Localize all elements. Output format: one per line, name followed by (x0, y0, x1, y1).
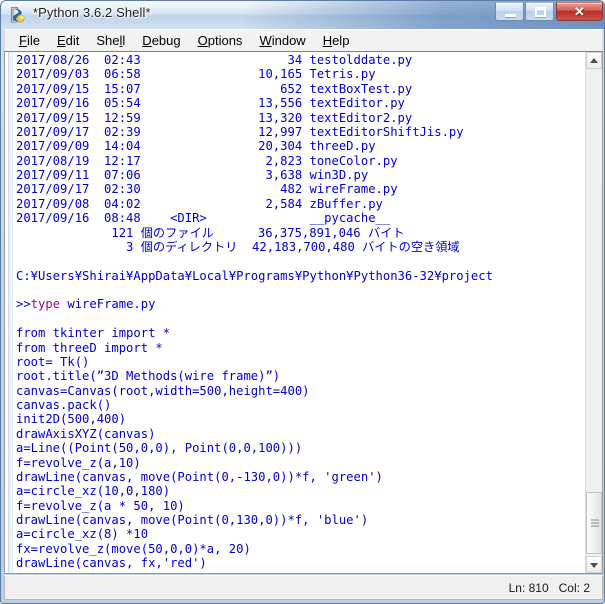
scroll-up-arrow-icon (590, 57, 598, 63)
shell-line: 2017/09/11 07:06 3,638 win3D.py (16, 168, 369, 182)
shell-line: 2017/09/16 08:48 <DIR> __pycache__ (16, 211, 391, 226)
status-bar: Ln: 810 Col: 2 (4, 575, 603, 600)
shell-line: root.title(”3D Methods(wire frame)”) (16, 369, 281, 384)
shell-line: f=revolve_z(a,10) (16, 455, 141, 470)
left-gutter (5, 52, 15, 573)
shell-line: from tkinter import * (16, 326, 171, 341)
shell-line: drawLine(canvas, move(Point(0,130,0))*f,… (16, 513, 369, 527)
shell-line: drawAxisXYZ(canvas) (16, 426, 156, 441)
menu-shell[interactable]: Shell (88, 31, 134, 50)
line-indicator: Ln: 810 (508, 580, 549, 595)
shell-line: 2017/09/09 14:04 20,304 threeD.py (16, 139, 376, 154)
shell-line: drawLine(canvas, fx,'red') (16, 556, 207, 571)
shell-line: 121 個のファイル 36,375,891,046 バイト (16, 225, 405, 240)
close-icon: ✕ (574, 4, 585, 19)
shell-line: 2017/08/19 12:17 2,823 toneColor.py (16, 153, 398, 168)
window-controls: ✕ (494, 2, 603, 21)
maximize-button[interactable] (525, 2, 554, 21)
shell-line: canvas.pack() (16, 398, 112, 412)
menu-bar: File Edit Shell Debug Options Window Help (4, 29, 603, 51)
scroll-thumb[interactable] (586, 492, 602, 554)
menu-file[interactable]: File (11, 31, 49, 50)
idle-shell-window: *Python 3.6.2 Shell* ✕ File Edit Shell Debu… (0, 0, 605, 604)
menu-window[interactable]: Window (251, 31, 314, 50)
shell-line: canvas=Canvas(root,width=500,height=400) (16, 383, 310, 398)
shell-text-frame[interactable]: 2017/08/26 02:43 34 testolddate.py 2017/0… (4, 51, 603, 574)
scroll-up-button[interactable] (586, 52, 602, 69)
shell-line: 2017/09/16 05:54 13,556 textEditor.py (16, 96, 405, 111)
shell-line: f=revolve_z(a * 50, 10) (16, 498, 185, 513)
shell-line: 2017/08/26 02:43 34 testolddate.py (16, 53, 413, 67)
shell-line: init2D(500,400) (16, 412, 127, 427)
shell-line: 2017/09/03 06:58 10,165 Tetris.py (16, 67, 376, 82)
shell-line: a=circle_xz(10,0,180) (16, 484, 171, 499)
scroll-down-button[interactable] (586, 556, 602, 573)
shell-line: C:¥Users¥Shirai¥AppData¥Local¥Programs¥P… (16, 268, 493, 283)
scroll-thumb-grip-icon (591, 519, 599, 527)
window-title: *Python 3.6.2 Shell* (33, 5, 151, 20)
column-indicator: Col: 2 (558, 580, 590, 595)
close-button[interactable]: ✕ (556, 2, 603, 21)
minimize-button[interactable] (495, 2, 524, 21)
shell-blank-line (16, 283, 576, 297)
menu-options[interactable]: Options (190, 31, 252, 50)
shell-line: from threeD import * (16, 340, 163, 355)
python-idle-icon (9, 6, 27, 24)
shell-line: fx=revolve_z(move(50,0,0)*a, 20) (16, 541, 251, 556)
menu-edit[interactable]: Edit (49, 31, 88, 50)
shell-line: 2017/09/17 02:39 12,997 textEditorShiftJ… (16, 124, 464, 139)
shell-line: 3 個のディレクトリ 42,183,700,480 バイトの空き領域 (16, 239, 460, 254)
shell-blank-line (16, 312, 576, 326)
shell-blank-line (16, 571, 576, 574)
shell-line: 2017/09/15 12:59 13,320 textEditor2.py (16, 110, 413, 125)
shell-command-line: >>type wireFrame.py (16, 297, 576, 311)
shell-command-args: wireFrame.py (60, 297, 156, 312)
title-bar[interactable]: *Python 3.6.2 Shell* ✕ (1, 1, 604, 29)
shell-line: root= Tk() (16, 354, 90, 369)
menu-help[interactable]: Help (315, 31, 359, 50)
shell-line: drawLine(canvas, move(Point(0,-130,0))*f… (16, 469, 383, 484)
shell-blank-line (16, 254, 576, 268)
gutter-bar (8, 52, 13, 573)
menu-debug[interactable]: Debug (134, 31, 189, 50)
shell-line: 2017/09/08 04:02 2,584 zBuffer.py (16, 196, 383, 211)
scroll-down-arrow-icon (590, 562, 598, 568)
maximize-icon (535, 7, 546, 17)
vertical-scrollbar[interactable] (585, 52, 602, 573)
shell-output-text[interactable]: 2017/08/26 02:43 34 testolddate.py 2017/0… (16, 53, 576, 574)
shell-line: a=circle_xz(8) *10 (16, 527, 149, 542)
shell-command-keyword: type (30, 297, 61, 312)
shell-prompt: >> (16, 297, 31, 312)
shell-line: 2017/09/17 02:30 482 wireFrame.py (16, 182, 398, 197)
shell-line: a=Line((Point(50,0,0), Point(0,0,100))) (16, 441, 303, 456)
shell-line: 2017/09/15 15:07 652 textBoxTest.py (16, 81, 413, 96)
minimize-icon (505, 14, 516, 17)
